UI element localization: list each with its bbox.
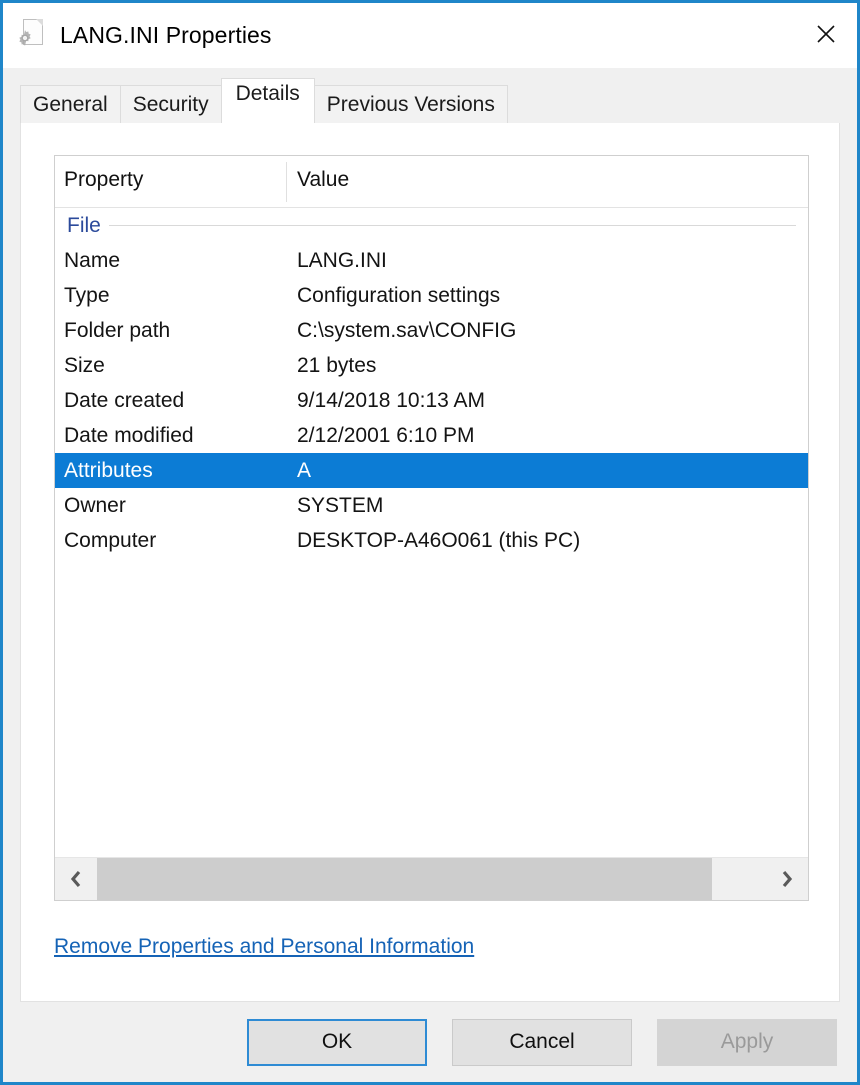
privacy-link-row: Remove Properties and Personal Informati… bbox=[54, 935, 474, 959]
scroll-right-arrow-icon[interactable] bbox=[766, 858, 808, 900]
property-value: A bbox=[297, 458, 312, 482]
property-name: Type bbox=[64, 283, 110, 307]
property-value: 21 bytes bbox=[297, 353, 377, 377]
tab-label: Details bbox=[235, 82, 300, 105]
table-row[interactable]: Date modified 2/12/2001 6:10 PM bbox=[55, 418, 808, 453]
table-row[interactable]: Size 21 bytes bbox=[55, 348, 808, 383]
table-row[interactable]: Type Configuration settings bbox=[55, 278, 808, 313]
scroll-left-arrow-icon[interactable] bbox=[55, 858, 97, 900]
table-row[interactable]: Date created 9/14/2018 10:13 AM bbox=[55, 383, 808, 418]
close-icon[interactable] bbox=[795, 3, 857, 65]
property-value: C:\system.sav\CONFIG bbox=[297, 318, 517, 342]
window-title: LANG.INI Properties bbox=[60, 22, 272, 48]
ok-button[interactable]: OK bbox=[247, 1018, 427, 1066]
tab-previous-versions[interactable]: Previous Versions bbox=[313, 85, 508, 123]
tab-general[interactable]: General bbox=[20, 85, 121, 123]
table-row[interactable]: Computer DESKTOP-A46O061 (this PC) bbox=[55, 523, 808, 558]
property-value: SYSTEM bbox=[297, 493, 384, 517]
table-row[interactable]: Owner SYSTEM bbox=[55, 488, 808, 523]
details-tab-panel: Property Value File Name LANG.INI Type C… bbox=[20, 123, 840, 1002]
property-list[interactable]: Property Value File Name LANG.INI Type C… bbox=[54, 155, 809, 901]
property-value: Configuration settings bbox=[297, 283, 501, 307]
table-row-selected[interactable]: Attributes A bbox=[55, 453, 808, 488]
tab-strip: General Security Details Previous Versio… bbox=[3, 68, 857, 123]
tab-label: Previous Versions bbox=[326, 92, 495, 116]
property-name: Date created bbox=[64, 388, 185, 412]
apply-button: Apply bbox=[657, 1018, 837, 1066]
section-divider bbox=[108, 225, 796, 226]
scrollbar-track[interactable] bbox=[97, 858, 766, 900]
property-value: LANG.INI bbox=[297, 248, 387, 272]
column-divider bbox=[286, 162, 287, 202]
property-name: Date modified bbox=[64, 423, 194, 447]
table-row[interactable]: Folder path C:\system.sav\CONFIG bbox=[55, 313, 808, 348]
property-value: 9/14/2018 10:13 AM bbox=[297, 388, 485, 412]
column-header-property[interactable]: Property bbox=[64, 168, 143, 192]
property-name: Owner bbox=[64, 493, 126, 517]
tab-details[interactable]: Details bbox=[220, 78, 315, 123]
scrollbar-thumb[interactable] bbox=[97, 858, 713, 900]
property-list-header: Property Value bbox=[55, 156, 808, 208]
gear-icon bbox=[19, 29, 31, 46]
horizontal-scrollbar[interactable] bbox=[55, 857, 808, 900]
configuration-settings-file-icon bbox=[14, 17, 48, 55]
column-header-value[interactable]: Value bbox=[297, 168, 349, 192]
tab-label: General bbox=[33, 92, 108, 116]
title-bar: LANG.INI Properties bbox=[3, 3, 857, 68]
remove-properties-link[interactable]: Remove Properties and Personal Informati… bbox=[54, 935, 474, 958]
dialog-button-bar: OK Cancel Apply bbox=[3, 1002, 857, 1082]
properties-dialog-window: LANG.INI Properties General Security Det… bbox=[0, 0, 860, 1085]
property-section-file: File bbox=[55, 208, 808, 243]
cancel-button[interactable]: Cancel bbox=[452, 1018, 632, 1066]
property-name: Attributes bbox=[64, 458, 153, 482]
tab-label: Security bbox=[132, 92, 209, 116]
property-value: 2/12/2001 6:10 PM bbox=[297, 423, 475, 447]
property-name: Folder path bbox=[64, 318, 171, 342]
property-name: Computer bbox=[64, 528, 157, 552]
property-name: Name bbox=[64, 248, 121, 272]
table-row[interactable]: Name LANG.INI bbox=[55, 243, 808, 278]
property-name: Size bbox=[64, 353, 105, 377]
section-label: File bbox=[67, 213, 101, 237]
tab-security[interactable]: Security bbox=[119, 85, 222, 123]
property-value: DESKTOP-A46O061 (this PC) bbox=[297, 528, 581, 552]
